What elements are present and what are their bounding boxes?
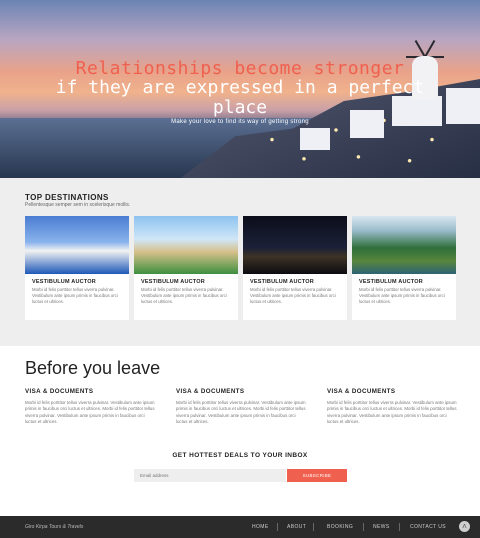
info-text: Morbi id felis porttitor tellus viverra … xyxy=(25,400,155,425)
hero-subtitle: Make your love to find its way of gettin… xyxy=(171,119,309,125)
footer-nav-home[interactable]: HOME xyxy=(252,524,269,530)
footer-nav-booking[interactable]: BOOKING xyxy=(327,524,353,530)
card-title[interactable]: VESTIBULUM AUCTOR xyxy=(250,279,314,285)
hero-heading-line2: if they are expressed in a perfect place xyxy=(55,77,425,118)
footer-nav-news[interactable]: NEWS xyxy=(373,524,390,530)
subscribe-button[interactable]: SUBSCRIBE xyxy=(287,469,347,482)
destination-card[interactable]: VESTIBULUM AUCTOR Morbi id felis porttit… xyxy=(243,216,347,320)
card-title[interactable]: VESTIBULUM AUCTOR xyxy=(32,279,96,285)
info-heading: VISA & DOCUMENTS xyxy=(25,388,94,395)
info-text: Morbi id felis porttitor tellus viverra … xyxy=(327,400,457,425)
hero-banner: Relationships become stronger if they ar… xyxy=(0,0,480,178)
footer-nav-contact[interactable]: CONTACT US xyxy=(410,524,446,530)
destination-image[interactable] xyxy=(134,216,238,274)
card-text: Morbi id felis porttitor tellus viverra … xyxy=(141,287,227,305)
email-input[interactable] xyxy=(134,469,286,482)
hero-heading-line1: Relationships become stronger xyxy=(75,58,405,79)
newsletter-title: GET HOTTEST DEALS TO YOUR INBOX xyxy=(172,452,308,459)
nav-divider xyxy=(313,523,314,531)
card-text: Morbi id felis porttitor tellus viverra … xyxy=(250,287,336,305)
info-heading: VISA & DOCUMENTS xyxy=(176,388,245,395)
destination-image[interactable] xyxy=(243,216,347,274)
nav-divider xyxy=(363,523,364,531)
section-title: TOP DESTINATIONS xyxy=(25,193,109,202)
before-you-leave-title: Before you leave xyxy=(25,358,161,378)
card-title[interactable]: VESTIBULUM AUCTOR xyxy=(359,279,423,285)
footer-nav-about[interactable]: ABOUT xyxy=(287,524,306,530)
destination-card[interactable]: VESTIBULUM AUCTOR Morbi id felis porttit… xyxy=(134,216,238,320)
destination-card[interactable]: VESTIBULUM AUCTOR Morbi id felis porttit… xyxy=(352,216,456,320)
destination-image[interactable] xyxy=(25,216,129,274)
footer-brand: Giro Kirpa Tours & Travels xyxy=(25,524,84,530)
card-text: Morbi id felis porttitor tellus viverra … xyxy=(32,287,118,305)
info-text: Morbi id felis porttitor tellus viverra … xyxy=(176,400,306,425)
section-subtitle: Pellentesque semper sem in scelerisque m… xyxy=(25,202,131,208)
info-column: VISA & DOCUMENTS Morbi id felis porttito… xyxy=(25,388,155,426)
chevron-up-icon[interactable]: ˄ xyxy=(459,521,470,532)
hero-house xyxy=(300,128,330,150)
top-destinations-section: TOP DESTINATIONS Pellentesque semper sem… xyxy=(0,178,480,346)
nav-divider xyxy=(277,523,278,531)
info-heading: VISA & DOCUMENTS xyxy=(327,388,396,395)
destination-image[interactable] xyxy=(352,216,456,274)
info-column: VISA & DOCUMENTS Morbi id felis porttito… xyxy=(327,388,457,426)
nav-divider xyxy=(399,523,400,531)
card-text: Morbi id felis porttitor tellus viverra … xyxy=(359,287,445,305)
footer: Giro Kirpa Tours & Travels HOME ABOUT BO… xyxy=(0,516,480,538)
destination-card[interactable]: VESTIBULUM AUCTOR Morbi id felis porttit… xyxy=(25,216,129,320)
card-title[interactable]: VESTIBULUM AUCTOR xyxy=(141,279,205,285)
info-column: VISA & DOCUMENTS Morbi id felis porttito… xyxy=(176,388,306,426)
